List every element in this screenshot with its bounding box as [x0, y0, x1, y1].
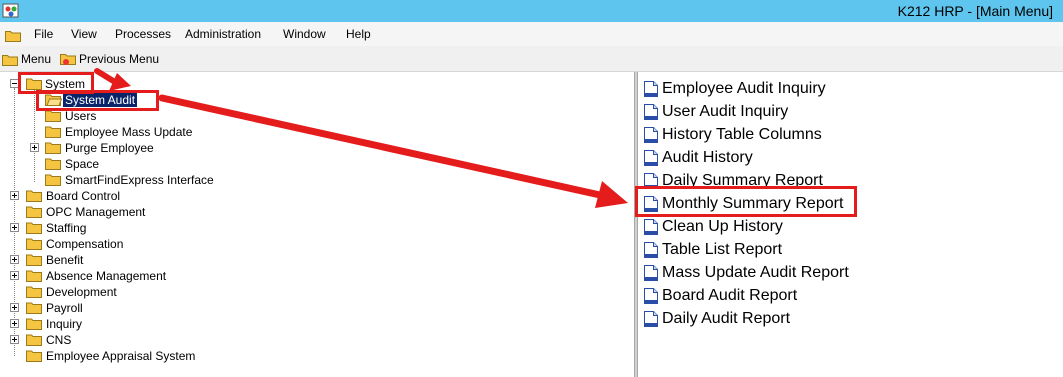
- menu-item-list: Employee Audit Inquiry User Audit Inquir…: [638, 72, 1063, 377]
- tree-label-payroll: Payroll: [46, 301, 83, 315]
- title-bar: K212 HRP - [Main Menu]: [0, 0, 1063, 22]
- tree-node-employee-mass-update[interactable]: Employee Mass Update: [0, 124, 240, 140]
- folder-icon: [45, 158, 61, 170]
- tree-node-employee-appraisal-system[interactable]: Employee Appraisal System: [0, 348, 260, 364]
- folder-icon: [26, 222, 42, 234]
- folder-icon[interactable]: [5, 27, 21, 42]
- tree-node-compensation[interactable]: Compensation: [0, 236, 240, 252]
- document-icon: [644, 265, 658, 281]
- tree-node-absence-management[interactable]: Absence Management: [0, 268, 240, 284]
- menu-bar: File View Processes Administration Windo…: [0, 22, 1063, 46]
- expand-icon[interactable]: [10, 255, 19, 264]
- menu-processes[interactable]: Processes: [115, 27, 171, 41]
- tree-node-purge-employee[interactable]: Purge Employee: [0, 140, 240, 156]
- document-icon: [644, 311, 658, 327]
- menu-file[interactable]: File: [34, 27, 53, 41]
- tree-node-space[interactable]: Space: [0, 156, 240, 172]
- menu-tree: System System Audit Users Employee Mass …: [0, 72, 634, 377]
- folder-icon: [26, 286, 42, 298]
- tree-node-payroll[interactable]: Payroll: [0, 300, 240, 316]
- tree-node-smartfindexpress-interface[interactable]: SmartFindExpress Interface: [0, 172, 260, 188]
- expand-icon[interactable]: [10, 271, 19, 280]
- folder-icon: [26, 270, 42, 282]
- list-label: Daily Audit Report: [662, 310, 791, 327]
- expand-icon[interactable]: [10, 335, 19, 344]
- tree-node-board-control[interactable]: Board Control: [0, 188, 240, 204]
- document-icon: [644, 127, 658, 143]
- expand-icon[interactable]: [10, 191, 19, 200]
- tree-node-inquiry[interactable]: Inquiry: [0, 316, 240, 332]
- list-label: Audit History: [662, 149, 753, 166]
- tree-label-space: Space: [65, 157, 100, 171]
- tree-label-employee-mass-update: Employee Mass Update: [65, 125, 193, 139]
- tree-label-employee-appraisal-system: Employee Appraisal System: [46, 349, 196, 363]
- list-label: Mass Update Audit Report: [662, 264, 849, 281]
- tree-label-smartfindexpress-interface: SmartFindExpress Interface: [65, 173, 214, 187]
- document-icon: [644, 81, 658, 97]
- tree-label-development: Development: [46, 285, 117, 299]
- tree-label-inquiry: Inquiry: [46, 317, 83, 331]
- window-title: K212 HRP - [Main Menu]: [897, 3, 1053, 19]
- folder-icon: [26, 190, 42, 202]
- folder-icon: [26, 318, 42, 330]
- folder-icon: [45, 126, 61, 138]
- tree-node-staffing[interactable]: Staffing: [0, 220, 240, 236]
- folder-icon: [26, 350, 42, 362]
- folder-icon: [2, 54, 18, 66]
- list-label: Table List Report: [662, 241, 783, 258]
- menu-help[interactable]: Help: [346, 27, 371, 41]
- menu-administration[interactable]: Administration: [185, 27, 261, 41]
- document-icon: [644, 104, 658, 120]
- folder-icon: [45, 174, 61, 186]
- tree-label-board-control: Board Control: [46, 189, 121, 203]
- expand-icon[interactable]: [30, 143, 39, 152]
- tree-node-cns[interactable]: CNS: [0, 332, 240, 348]
- menu-button[interactable]: Menu: [2, 50, 51, 68]
- list-label: Board Audit Report: [662, 287, 798, 304]
- menu-button-label: Menu: [21, 52, 52, 66]
- toolbar: Menu Previous Menu: [0, 46, 1063, 72]
- menu-window[interactable]: Window: [283, 27, 326, 41]
- tree-label-purge-employee: Purge Employee: [65, 141, 154, 155]
- folder-icon: [26, 254, 42, 266]
- document-icon: [644, 150, 658, 166]
- tree-label-cns: CNS: [46, 333, 72, 347]
- previous-menu-button[interactable]: Previous Menu: [60, 50, 159, 68]
- list-label: Employee Audit Inquiry: [662, 80, 826, 97]
- tree-node-benefit[interactable]: Benefit: [0, 252, 240, 268]
- app-icon[interactable]: [2, 2, 20, 20]
- folder-back-icon: [60, 54, 76, 65]
- expand-icon[interactable]: [10, 223, 19, 232]
- folder-icon: [26, 206, 42, 218]
- tree-node-development[interactable]: Development: [0, 284, 240, 300]
- list-label: History Table Columns: [662, 126, 822, 143]
- menu-view[interactable]: View: [71, 27, 97, 41]
- folder-icon: [26, 238, 42, 250]
- tree-label-users: Users: [65, 109, 97, 123]
- tree-label-benefit: Benefit: [46, 253, 84, 267]
- highlight-box-monthly-summary-report: [635, 186, 857, 217]
- tree-label-staffing: Staffing: [46, 221, 87, 235]
- list-label: Clean Up History: [662, 218, 783, 235]
- tree-label-compensation: Compensation: [46, 237, 124, 251]
- document-icon: [644, 219, 658, 235]
- folder-icon: [26, 334, 42, 346]
- folder-icon: [26, 302, 42, 314]
- expand-icon[interactable]: [10, 319, 19, 328]
- previous-menu-button-label: Previous Menu: [79, 52, 160, 66]
- document-icon: [644, 242, 658, 258]
- folder-icon: [45, 142, 61, 154]
- tree-label-absence-management: Absence Management: [46, 269, 167, 283]
- expand-icon[interactable]: [10, 303, 19, 312]
- highlight-box-system-audit: [36, 90, 159, 111]
- document-icon: [644, 288, 658, 304]
- list-label: User Audit Inquiry: [662, 103, 789, 120]
- tree-label-opc-management: OPC Management: [46, 205, 146, 219]
- tree-node-opc-management[interactable]: OPC Management: [0, 204, 240, 220]
